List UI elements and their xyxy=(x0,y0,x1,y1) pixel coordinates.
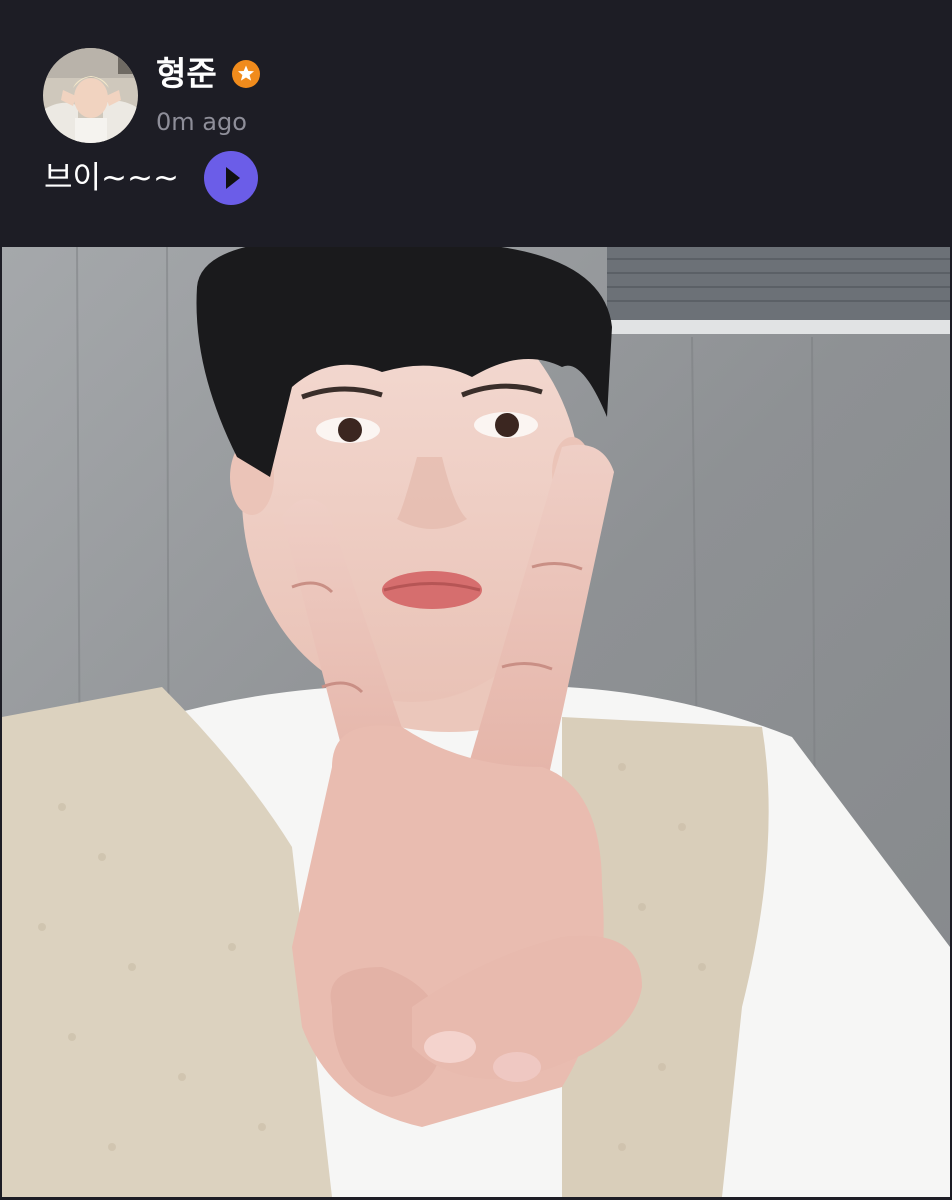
play-button[interactable] xyxy=(204,151,258,205)
post-caption: 브이~~~ xyxy=(44,160,179,196)
post-timestamp: 0m ago xyxy=(156,108,247,136)
author-avatar[interactable] xyxy=(43,48,138,143)
selfie-photo xyxy=(2,247,950,1197)
play-icon xyxy=(226,167,240,189)
post-photo[interactable] xyxy=(2,247,950,1197)
post-card: 형준 0m ago 브이~~~ xyxy=(0,0,952,1200)
post-header: 형준 0m ago 브이~~~ xyxy=(0,0,952,246)
avatar-image xyxy=(43,48,138,143)
star-badge-icon xyxy=(232,60,260,88)
author-name[interactable]: 형준 xyxy=(156,52,217,96)
